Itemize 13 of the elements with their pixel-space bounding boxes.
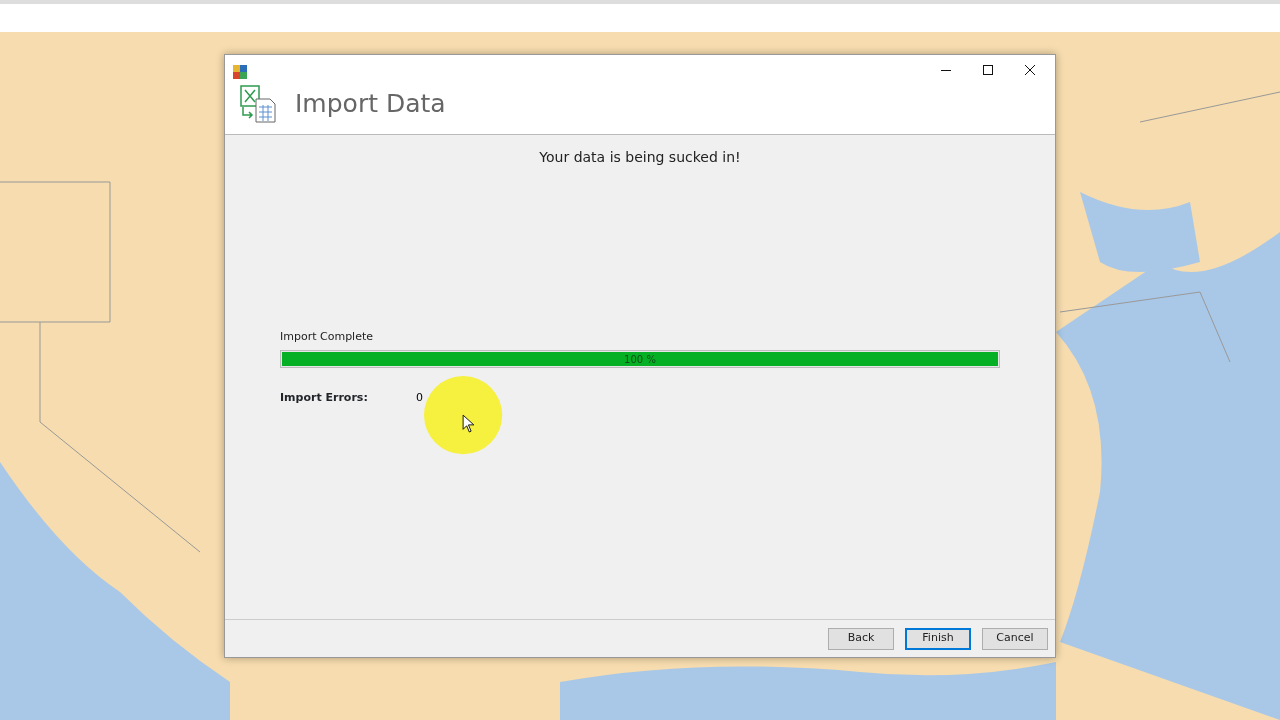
progress-reading: 100 % [624, 352, 656, 367]
status-message: Your data is being sucked in! [539, 149, 741, 165]
dialog-button[interactable]: Finish [905, 627, 971, 650]
spreadsheet-import-icon [239, 85, 277, 123]
errors-count: 0 [416, 390, 423, 406]
dialog-button[interactable]: Back [828, 627, 894, 650]
close-icon [1025, 65, 1035, 75]
dialog-title: Import Data [295, 88, 446, 121]
errors-label: Import Errors: [280, 391, 368, 404]
maximize-icon [983, 65, 993, 75]
dialog-button[interactable]: Cancel [982, 627, 1048, 650]
app-logo-icon [233, 65, 247, 79]
progress-label: Import Complete [280, 330, 374, 343]
